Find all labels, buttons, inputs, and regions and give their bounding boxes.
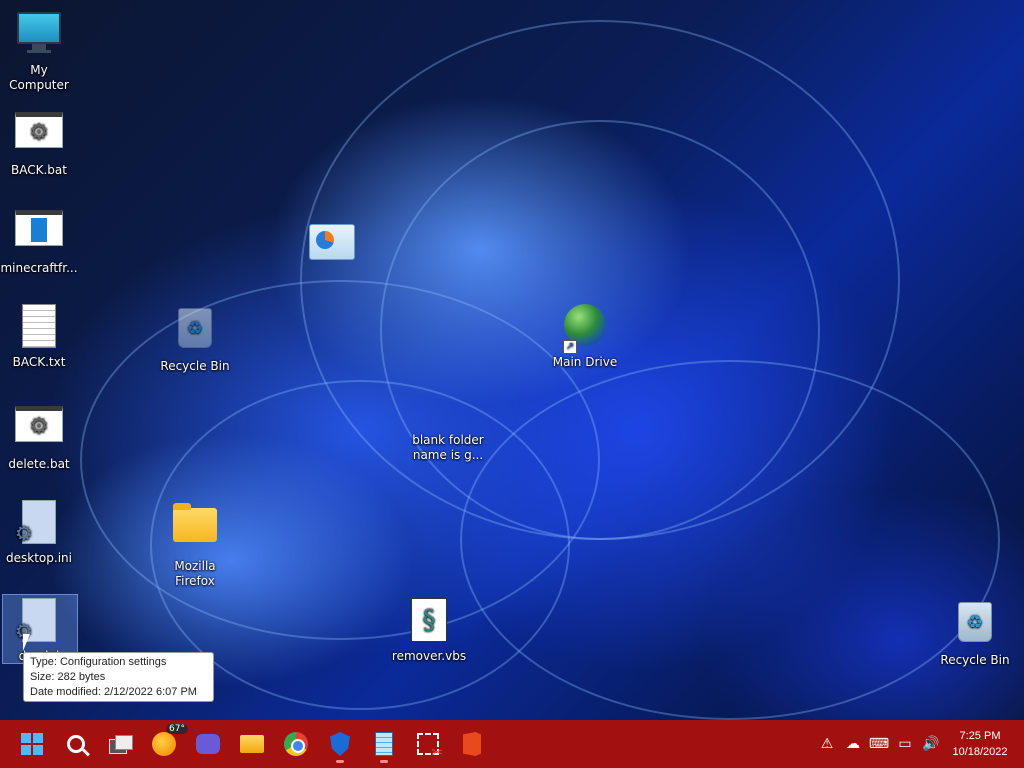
shield-icon <box>330 732 350 756</box>
file-info-tooltip: Type: Configuration settings Size: 282 b… <box>23 652 214 702</box>
system-tray: ⚠ ☁ ⌨ ▭ 🔊 7:25 PM 10/18/2022 <box>814 720 1024 768</box>
folder-icon <box>171 503 219 556</box>
onedrive-icon[interactable]: ☁ <box>840 720 866 768</box>
running-indicator <box>336 760 344 763</box>
meet-button[interactable] <box>188 724 228 764</box>
notepad-icon <box>375 732 393 756</box>
monitor-icon <box>15 12 63 60</box>
search-button[interactable] <box>56 724 96 764</box>
desktop-icon-my-computer[interactable]: My Computer <box>0 8 78 93</box>
clock-time: 7:25 PM <box>959 730 1001 742</box>
office-button[interactable] <box>452 724 492 764</box>
blank-icon <box>424 382 472 430</box>
desktop-icon-mozilla-firefox[interactable]: Mozilla Firefox <box>156 498 234 589</box>
weather-temperature: 67° <box>166 724 188 734</box>
weather-widget-button[interactable]: 67° <box>144 724 188 764</box>
icon-label: Mozilla Firefox <box>174 559 216 588</box>
running-indicator <box>380 760 388 763</box>
desktop-icon-main-drive[interactable]: ↗ Main Drive <box>546 302 624 370</box>
icon-label: BACK.bat <box>11 163 67 177</box>
icon-label: blank folder name is g... <box>412 433 484 462</box>
icon-label: desktop.ini <box>6 551 72 565</box>
desktop-icon-back-txt[interactable]: BACK.txt <box>0 302 78 370</box>
batch-file-icon: ⚙ <box>15 112 63 160</box>
keyboard-icon[interactable]: ⌨ <box>866 720 892 768</box>
taskbar: 67° ⚠ ☁ ⌨ ▭ 🔊 7:25 PM 10/18/2022 <box>0 720 1024 768</box>
mouse-pointer-icon <box>23 634 37 651</box>
desktop-icon-remover-vbs[interactable]: § remover.vbs <box>390 596 468 664</box>
icon-label: delete.bat <box>8 457 70 471</box>
shortcut-arrow-icon: ↗ <box>563 340 577 354</box>
desktop-icon-recycle-bin-faded[interactable]: ♻ Recycle Bin <box>156 302 234 374</box>
clock-date: 10/18/2022 <box>952 746 1008 758</box>
globe-shortcut-icon: ↗ <box>561 304 609 354</box>
start-button[interactable] <box>12 724 52 764</box>
chrome-icon <box>284 732 308 756</box>
defender-button[interactable] <box>320 724 360 764</box>
search-icon <box>67 735 85 753</box>
tooltip-size: Size: 282 bytes <box>30 671 106 683</box>
recycle-bin-icon: ♻ <box>951 602 999 650</box>
icon-label: My Computer <box>9 63 69 92</box>
icon-label: minecraftfr... <box>0 261 78 275</box>
batch-file-icon: ⚙ <box>15 406 63 454</box>
weather-sun-icon: 67° <box>152 724 188 756</box>
task-view-button[interactable] <box>100 724 140 764</box>
clock[interactable]: 7:25 PM 10/18/2022 <box>944 728 1016 760</box>
script-file-icon: § <box>405 598 453 646</box>
windows-logo-icon <box>21 733 43 755</box>
security-warning-icon[interactable]: ⚠ <box>814 720 840 768</box>
icon-label: remover.vbs <box>391 649 467 663</box>
file-explorer-button[interactable] <box>232 724 272 764</box>
icon-label: Main Drive <box>552 355 618 369</box>
volume-icon[interactable]: 🔊 <box>918 720 944 768</box>
icon-label: Recycle Bin <box>160 359 230 373</box>
snipping-tool-button[interactable] <box>408 724 448 764</box>
tooltip-modified: Date modified: 2/12/2022 6:07 PM <box>30 686 197 698</box>
chrome-button[interactable] <box>276 724 316 764</box>
tooltip-type: Type: Configuration settings <box>30 656 167 668</box>
desktop-icon-back-bat[interactable]: ⚙ BACK.bat <box>0 106 78 178</box>
icon-label: BACK.txt <box>12 355 66 369</box>
desktop-icon-desktop-ini[interactable]: ⚙ desktop.ini <box>0 498 78 566</box>
desktop-icon-delete-bat[interactable]: ⚙ delete.bat <box>0 400 78 472</box>
task-view-icon <box>109 735 133 754</box>
desktop-icon-minecraft[interactable]: minecraftfr... <box>0 204 78 276</box>
app-window-icon <box>15 210 63 258</box>
text-document-icon <box>15 304 63 352</box>
snipping-tool-icon <box>417 733 443 761</box>
recycle-bin-icon: ♻ <box>171 308 219 356</box>
video-camera-icon <box>196 734 220 754</box>
file-explorer-icon <box>240 735 264 753</box>
notepad-button[interactable] <box>364 724 404 764</box>
desktop-icon-control-panel[interactable] <box>294 218 372 275</box>
wallpaper-swirl <box>300 20 900 540</box>
wallpaper-swirl <box>460 360 1000 720</box>
network-icon[interactable]: ▭ <box>892 720 918 768</box>
config-file-icon: ⚙ <box>15 500 63 548</box>
control-panel-icon <box>309 224 357 272</box>
desktop-icon-blank-folder[interactable]: blank folder name is g... <box>409 382 487 463</box>
desktop-icon-recycle-bin[interactable]: ♻ Recycle Bin <box>936 596 1014 668</box>
icon-label: Recycle Bin <box>940 653 1010 667</box>
office-icon <box>463 732 481 756</box>
